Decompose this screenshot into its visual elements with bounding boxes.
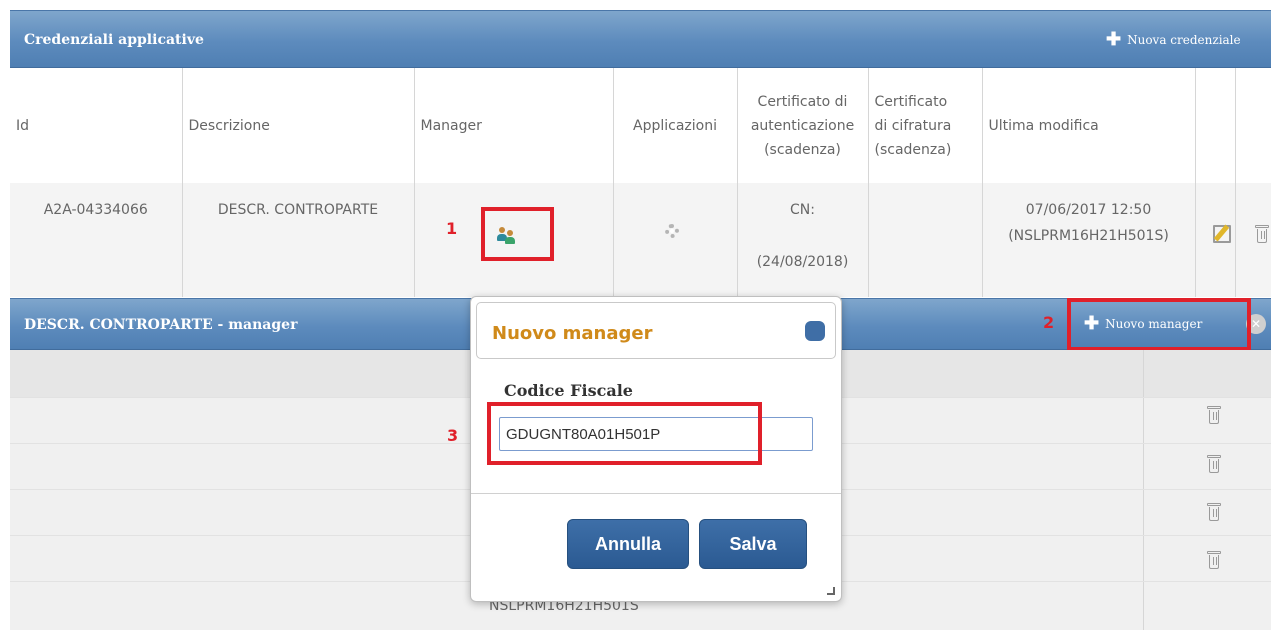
applications-gear-icon[interactable] <box>665 224 679 238</box>
col-manager: Manager <box>414 68 614 183</box>
col-applicazioni: Applicazioni <box>613 68 738 183</box>
cert-auth-cn: CN: <box>790 202 815 218</box>
step-1-highlight <box>481 207 554 261</box>
credentials-panel-header: Credenziali applicative ✚ Nuova credenzi… <box>10 10 1271 68</box>
save-button[interactable]: Salva <box>699 519 807 569</box>
plus-icon: ✚ <box>1106 29 1122 50</box>
col-cert-auth-line1: Certificato di <box>757 93 848 110</box>
cell-cert-cifra <box>868 183 983 297</box>
step-3-label: 3 <box>447 426 459 445</box>
delete-manager-trash-icon[interactable] <box>1207 551 1221 569</box>
step-2-highlight <box>1067 298 1251 351</box>
new-credential-button[interactable]: ✚ Nuova credenziale <box>1106 31 1241 49</box>
edit-icon[interactable] <box>1213 225 1231 243</box>
cert-auth-scadenza: (24/08/2018) <box>756 254 849 270</box>
panel-title: Credenziali applicative <box>24 32 204 48</box>
cell-cert-auth: CN: (24/08/2018) <box>737 183 869 297</box>
resize-grip-icon[interactable] <box>827 587 835 595</box>
table-header-row: Id Descrizione Manager Applicazioni Cert… <box>10 68 1271 183</box>
manager-panel-title: DESCR. CONTROPARTE - manager <box>24 317 298 333</box>
dialog-divider <box>471 493 841 494</box>
ultima-modifica-user: (NSLPRM16H21H501S) <box>1008 228 1169 244</box>
cell-ultima-modifica: 07/06/2017 12:50 (NSLPRM16H21H501S) <box>982 183 1196 297</box>
ultima-modifica-date: 07/06/2017 12:50 <box>1025 202 1152 218</box>
dialog-close-icon[interactable] <box>805 321 825 341</box>
col-ultima-modifica: Ultima modifica <box>982 68 1196 183</box>
new-credential-label: Nuova credenziale <box>1127 33 1241 47</box>
credentials-table: Id Descrizione Manager Applicazioni Cert… <box>10 68 1271 297</box>
delete-manager-trash-icon[interactable] <box>1207 455 1221 473</box>
cell-descrizione: DESCR. CONTROPARTE <box>182 183 415 297</box>
col-cert-auth: Certificato di autenticazione (scadenza) <box>737 68 869 183</box>
step-2-label: 2 <box>1043 313 1055 332</box>
step-1-label: 1 <box>446 219 458 238</box>
table-row: A2A-04334066 DESCR. CONTROPARTE CN: (24/… <box>10 183 1271 297</box>
codice-fiscale-label: Codice Fiscale <box>504 381 633 400</box>
col-cert-auth-line3: (scadenza) <box>764 141 841 158</box>
delete-manager-trash-icon[interactable] <box>1207 406 1221 424</box>
col-edit <box>1195 68 1236 183</box>
cell-applicazioni <box>613 183 738 297</box>
col-delete <box>1235 68 1271 183</box>
col-cert-cifra-line3: (scadenza) <box>874 141 952 158</box>
cancel-button[interactable]: Annulla <box>567 519 689 569</box>
col-id: Id <box>10 68 183 183</box>
delete-manager-trash-icon[interactable] <box>1207 503 1221 521</box>
col-descrizione: Descrizione <box>182 68 415 183</box>
dialog-title: Nuovo manager <box>492 323 653 344</box>
delete-row-trash-icon[interactable] <box>1255 225 1269 243</box>
col-cert-cifra-line2: di cifratura <box>874 117 952 134</box>
dialog-title-bar: Nuovo manager <box>476 302 836 359</box>
col-cert-cifra-line1: Certificato <box>874 93 948 110</box>
step-3-highlight <box>487 402 762 465</box>
cell-id: A2A-04334066 <box>10 183 183 297</box>
col-cert-auth-line2: autenticazione <box>750 117 855 134</box>
col-cert-cifra: Certificato di cifratura (scadenza) <box>868 68 983 183</box>
